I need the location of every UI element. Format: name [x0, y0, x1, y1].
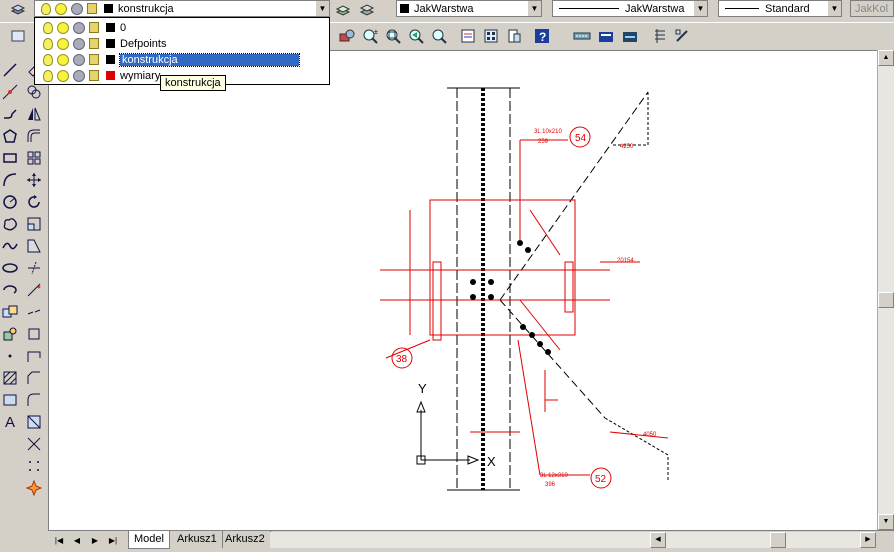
sun-icon[interactable]: [57, 21, 69, 34]
note-top: 3L 10x210: [534, 129, 562, 135]
left-stiffener: [432, 261, 442, 341]
tab-arkusz2[interactable]: Arkusz2: [220, 531, 271, 548]
color-swatch: [106, 39, 115, 48]
layer-item-0[interactable]: 0: [37, 20, 315, 35]
layer-item-konstrukcja[interactable]: konstrukcja: [37, 52, 315, 67]
callout-52-text: 52: [595, 474, 607, 485]
tab-bar: |◀ ◀ ▶ ▶| Model Arkusz1 Arkusz2 ◀ ▶: [48, 530, 894, 552]
layer-item-label: wymiary: [120, 69, 161, 82]
scroll-down-button[interactable]: ▼: [878, 514, 894, 530]
gusset-edge: [529, 209, 561, 256]
tab-arkusz1[interactable]: Arkusz1: [172, 531, 223, 548]
sun-icon[interactable]: [57, 37, 69, 50]
ucs-y-label: Y: [418, 381, 427, 396]
connection-details: [380, 126, 669, 489]
lightbulb-icon[interactable]: [43, 69, 53, 82]
callout-38-text: 38: [396, 354, 408, 365]
dim-br: [609, 431, 669, 439]
ucs-x-label: X: [487, 454, 496, 469]
note-bottom-2: 396: [545, 482, 556, 488]
brace-end-bottom: [604, 417, 669, 480]
sun-icon[interactable]: [57, 69, 69, 82]
viewport-freeze-icon[interactable]: [73, 37, 85, 50]
layer-item-label: Defpoints: [120, 37, 167, 50]
note-bottom: 3L 12x310: [540, 473, 568, 479]
layer-item-label-selected: konstrukcja: [119, 52, 300, 67]
sun-icon[interactable]: [57, 53, 69, 66]
hscroll-left-button[interactable]: ◀: [650, 532, 666, 548]
horizontal-scrollbar[interactable]: ◀ ▶: [270, 532, 876, 548]
first-tab-button[interactable]: |◀: [52, 534, 66, 548]
callout-54-text: 54: [575, 133, 587, 144]
elev-text: 20154: [617, 258, 634, 264]
hscroll-thumb[interactable]: [770, 532, 786, 548]
layer-item-defpoints[interactable]: Defpoints: [37, 36, 315, 51]
lightbulb-icon[interactable]: [43, 21, 53, 34]
lock-icon[interactable]: [89, 22, 99, 33]
scroll-up-button[interactable]: ▲: [878, 50, 894, 66]
diagonal-brace-upper: [499, 91, 649, 301]
scroll-thumb[interactable]: [878, 292, 894, 308]
last-tab-button[interactable]: ▶|: [106, 534, 120, 548]
viewport-freeze-icon[interactable]: [73, 21, 85, 34]
dim-top-text: 4250: [620, 144, 634, 150]
color-swatch: [106, 71, 115, 80]
note-top-2: 259: [538, 139, 549, 145]
tab-model[interactable]: Model: [128, 531, 170, 549]
layer-tooltip: konstrukcja: [160, 75, 226, 91]
lock-icon[interactable]: [89, 70, 99, 81]
vertical-scrollbar[interactable]: ▲ ▼: [877, 50, 894, 530]
lightbulb-icon[interactable]: [43, 37, 53, 50]
layer-item-label: 0: [120, 21, 127, 34]
lock-icon[interactable]: [89, 38, 99, 49]
plate-outline: [429, 199, 576, 336]
lock-icon[interactable]: [89, 54, 99, 65]
next-tab-button[interactable]: ▶: [88, 534, 102, 548]
viewport-freeze-icon[interactable]: [73, 69, 85, 82]
leader-bottom: [517, 339, 541, 476]
ucs-icon: [416, 400, 480, 465]
color-swatch: [106, 23, 115, 32]
lightbulb-icon[interactable]: [43, 53, 53, 66]
prev-tab-button[interactable]: ◀: [70, 534, 84, 548]
viewport-freeze-icon[interactable]: [73, 53, 85, 66]
color-swatch: [106, 55, 115, 64]
dim-bot-text: 4050: [643, 432, 657, 438]
hscroll-right-button[interactable]: ▶: [860, 532, 876, 548]
